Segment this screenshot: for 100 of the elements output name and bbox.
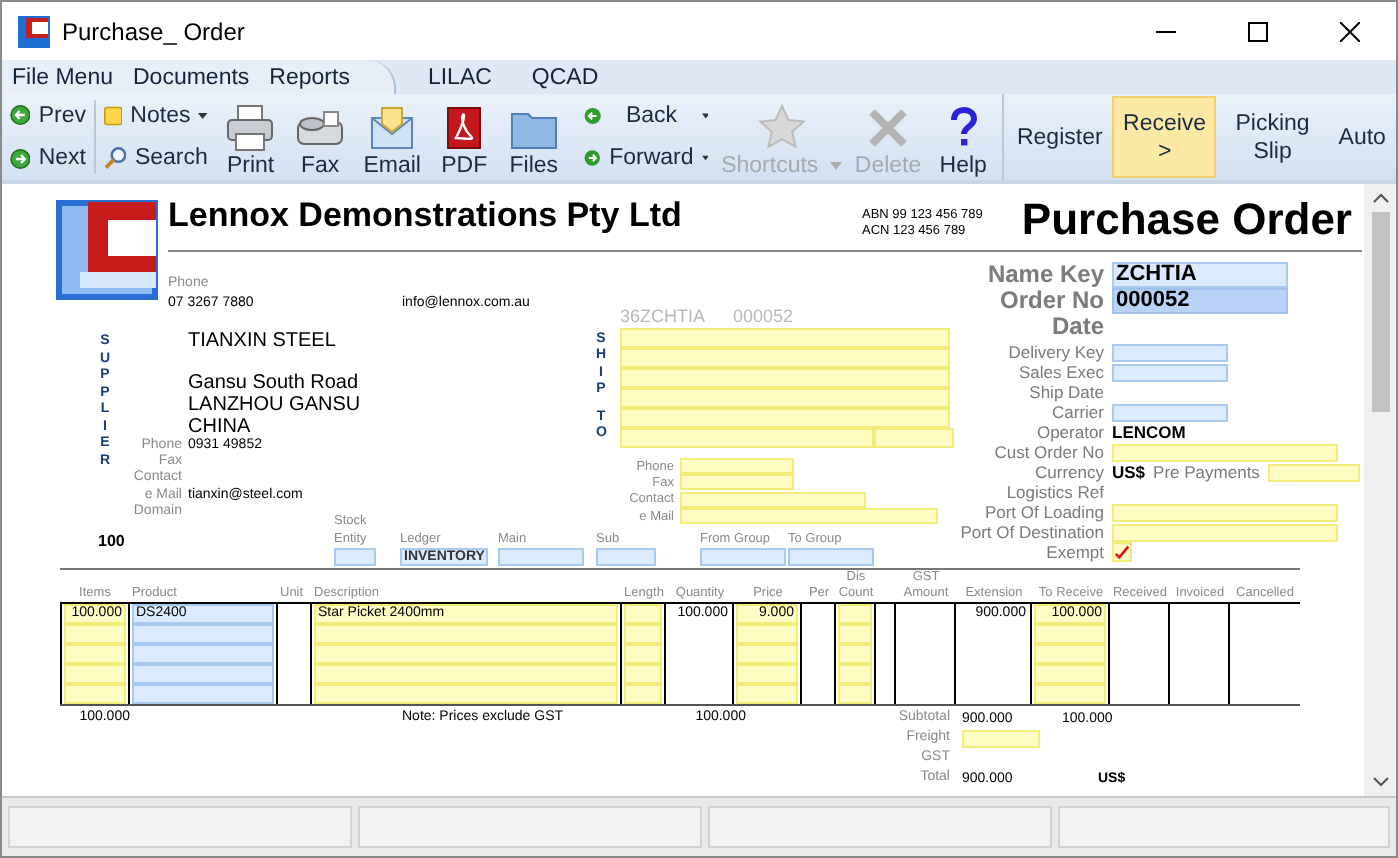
entry-field[interactable] — [1267, 463, 1360, 481]
lookup-cell[interactable] — [132, 664, 274, 684]
entry-cell[interactable] — [64, 664, 126, 684]
account-field[interactable] — [700, 548, 786, 566]
entry-cell[interactable] — [314, 644, 618, 664]
entry-field[interactable] — [1112, 503, 1338, 521]
files-button[interactable]: Files — [499, 94, 569, 180]
key-field[interactable]: ZCHTIA — [1112, 262, 1288, 288]
entry-cell[interactable] — [624, 644, 662, 664]
key-field[interactable]: 000052 — [1112, 288, 1288, 314]
entry-cell[interactable] — [838, 684, 872, 704]
scroll-thumb[interactable] — [1371, 212, 1389, 412]
address-field[interactable] — [620, 328, 950, 348]
currency-value: US$ — [1112, 462, 1146, 482]
entry-field[interactable] — [1112, 443, 1338, 461]
entry-cell[interactable] — [838, 644, 872, 664]
lookup-cell[interactable] — [132, 624, 274, 644]
address-field[interactable] — [620, 408, 950, 428]
workflow-button[interactable]: Receive > — [1112, 96, 1217, 178]
lookup-cell[interactable] — [132, 684, 274, 704]
entry-cell[interactable] — [838, 604, 872, 624]
menu-item[interactable]: File Menu — [12, 65, 113, 89]
back-button[interactable]: Back — [580, 96, 713, 135]
entry-cell[interactable] — [736, 624, 798, 644]
address-line: LANZHOU GANSU — [188, 395, 361, 418]
entry-cell[interactable] — [736, 644, 798, 664]
address-field[interactable] — [620, 388, 950, 408]
scroll-up-icon[interactable] — [1371, 192, 1389, 204]
search-button[interactable]: Search — [99, 139, 212, 178]
contact-field[interactable] — [680, 458, 794, 475]
scroll-down-icon[interactable] — [1371, 776, 1389, 788]
field-label: Port Of Loading — [982, 502, 1104, 522]
entry-cell[interactable] — [1034, 624, 1106, 644]
x-icon — [864, 104, 913, 152]
forward-button[interactable]: Forward — [580, 139, 713, 178]
entry-cell[interactable] — [624, 684, 662, 704]
close-icon[interactable] — [1340, 21, 1360, 41]
next-button[interactable]: Next — [6, 139, 90, 178]
contact-field[interactable] — [680, 474, 794, 491]
checkmark-icon — [1114, 544, 1130, 560]
account-field[interactable] — [596, 548, 656, 566]
account-field[interactable] — [498, 548, 584, 566]
entry-cell[interactable] — [64, 624, 126, 644]
address-field[interactable] — [620, 368, 950, 388]
entry-cell[interactable] — [838, 624, 872, 644]
workflow-button[interactable]: Register — [1006, 96, 1113, 178]
entry-cell[interactable] — [314, 664, 618, 684]
entry-cell[interactable] — [736, 684, 798, 704]
print-button[interactable]: Print — [215, 94, 286, 180]
menu-item[interactable]: LILAC — [427, 65, 492, 89]
freight-field[interactable] — [962, 729, 1040, 747]
exempt-checkbox[interactable] — [1112, 542, 1132, 562]
star-icon — [757, 104, 806, 152]
notes-button[interactable]: Notes — [99, 96, 212, 135]
field-value: LENCOM — [1112, 422, 1186, 442]
address-field[interactable] — [874, 428, 954, 448]
field-label: Exempt — [1044, 542, 1104, 562]
entry-cell[interactable] — [314, 624, 618, 644]
menu-item[interactable]: QCAD — [531, 65, 599, 89]
field-label: Order No — [997, 288, 1104, 314]
lookup-field[interactable] — [1112, 403, 1228, 421]
address-field[interactable] — [620, 428, 874, 448]
account-field[interactable] — [788, 548, 874, 566]
address-field[interactable] — [620, 348, 950, 368]
entry-cell[interactable] — [1034, 684, 1106, 704]
entry-cell[interactable] — [736, 664, 798, 684]
lookup-field[interactable] — [1112, 343, 1228, 361]
email-button[interactable]: Email — [354, 94, 430, 180]
maximize-icon[interactable] — [1248, 21, 1268, 41]
entry-field[interactable] — [1112, 523, 1338, 541]
entry-cell[interactable] — [624, 624, 662, 644]
entry-cell[interactable] — [314, 684, 618, 704]
entry-cell[interactable] — [838, 664, 872, 684]
entry-cell[interactable] — [1034, 664, 1106, 684]
lookup-cell[interactable] — [132, 644, 274, 664]
entry-cell[interactable] — [1034, 644, 1106, 664]
prev-button[interactable]: Prev — [6, 96, 90, 135]
field-label: Date — [1049, 314, 1104, 340]
entry-cell[interactable] — [64, 644, 126, 664]
account-field[interactable] — [334, 548, 376, 566]
field-label: Name Key — [985, 262, 1104, 288]
help-button[interactable]: Help — [929, 94, 998, 180]
vertical-scrollbar[interactable] — [1364, 184, 1396, 796]
menu-item[interactable]: Reports — [269, 65, 350, 89]
company-logo — [56, 200, 158, 300]
contact-field[interactable] — [680, 508, 938, 525]
entry-cell[interactable] — [64, 684, 126, 704]
fax-button[interactable]: Fax — [285, 94, 355, 180]
workflow-button[interactable]: Picking Slip — [1216, 96, 1329, 178]
company-name: Lennox Demonstrations Pty Ltd — [168, 196, 682, 236]
entry-cell[interactable] — [624, 604, 662, 624]
entry-cell[interactable] — [624, 664, 662, 684]
ship-ref: 36ZCHTIA — [620, 306, 706, 326]
pdf-button[interactable]: PDF — [429, 94, 499, 180]
lookup-field[interactable] — [1112, 363, 1228, 381]
window-title: Purchase_ Order — [62, 17, 245, 45]
menu-item[interactable]: Documents — [133, 65, 250, 89]
contact-field[interactable] — [680, 491, 866, 508]
workflow-button[interactable]: Auto — [1328, 96, 1396, 178]
field-label: Ship Date — [1027, 382, 1104, 402]
